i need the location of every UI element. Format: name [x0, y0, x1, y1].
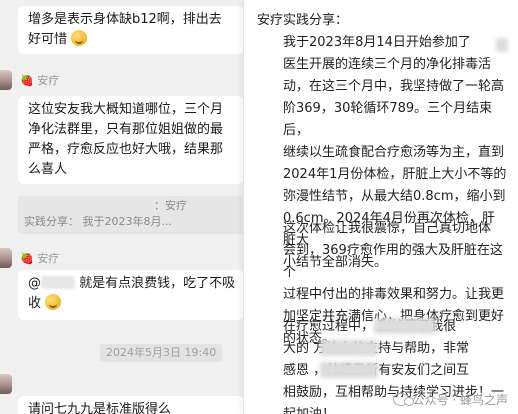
watermark: 公众号 · 蜂鸟之声	[392, 391, 508, 408]
blurred-name	[320, 362, 378, 378]
article-heading: 安疗实践分享：	[257, 13, 349, 28]
message-2-line-3: 严格，疗愈反应也好大哦，结果那	[28, 142, 224, 157]
quoted-message[interactable]: ：安疗 实践分享： 我于2023年8月...	[18, 196, 244, 234]
message-1-line-1: 增多是表示身体缺b12啊，排出去	[28, 12, 222, 27]
strawberry-icon: 🍓	[20, 252, 34, 265]
blurred-name	[374, 318, 436, 334]
blurred-mention	[41, 276, 75, 289]
message-2-line-4: 么喜人	[28, 162, 68, 177]
chat-message-4[interactable]: 请问七九九是标准版得么	[18, 396, 244, 414]
blurred-name	[320, 340, 378, 356]
avatar[interactable]	[0, 248, 12, 268]
message-2-line-1: 这位安友我大概知道哪位，三个月	[28, 102, 224, 117]
sender-name-3: 🍓 安疗	[20, 252, 60, 265]
quote-author: ：安疗	[154, 199, 187, 212]
message-2-line-2: 净化法群里，只有那位姐姐做的最	[28, 122, 224, 137]
chat-timestamp: 2024年5月3日 19:40	[100, 344, 223, 362]
chat-message-1[interactable]: 增多是表示身体缺b12啊，排出去 好可惜	[18, 6, 244, 54]
avatar[interactable]	[0, 374, 12, 394]
avatar[interactable]	[0, 70, 12, 90]
strawberry-icon: 🍓	[20, 74, 34, 87]
shared-article-panel[interactable]: 安疗实践分享： 我于2023年8月14日开始参加了 医生开展的连续三个月的净化排…	[243, 0, 518, 414]
wechat-icon	[392, 393, 414, 406]
message-1-line-2: 好可惜	[28, 30, 234, 50]
sender-name-2: 🍓 安疗	[20, 74, 60, 87]
message-3-line-1: @ 就是有点浪费钱，吃了不吸	[28, 276, 236, 291]
message-4-text: 请问七九九是标准版得么	[28, 402, 172, 414]
blurred-name	[496, 38, 508, 52]
upside-down-face-icon	[71, 30, 88, 46]
chat-message-2[interactable]: 这位安友我大概知道哪位，三个月 净化法群里，只有那位姐姐做的最 严格，疗愈反应也…	[18, 96, 244, 184]
quote-preview: 实践分享： 我于2023年8月...	[24, 215, 172, 228]
chat-message-3[interactable]: @ 就是有点浪费钱，吃了不吸 收	[18, 270, 244, 320]
message-3-line-2: 收	[28, 294, 234, 314]
sweat-smile-icon	[45, 294, 62, 310]
